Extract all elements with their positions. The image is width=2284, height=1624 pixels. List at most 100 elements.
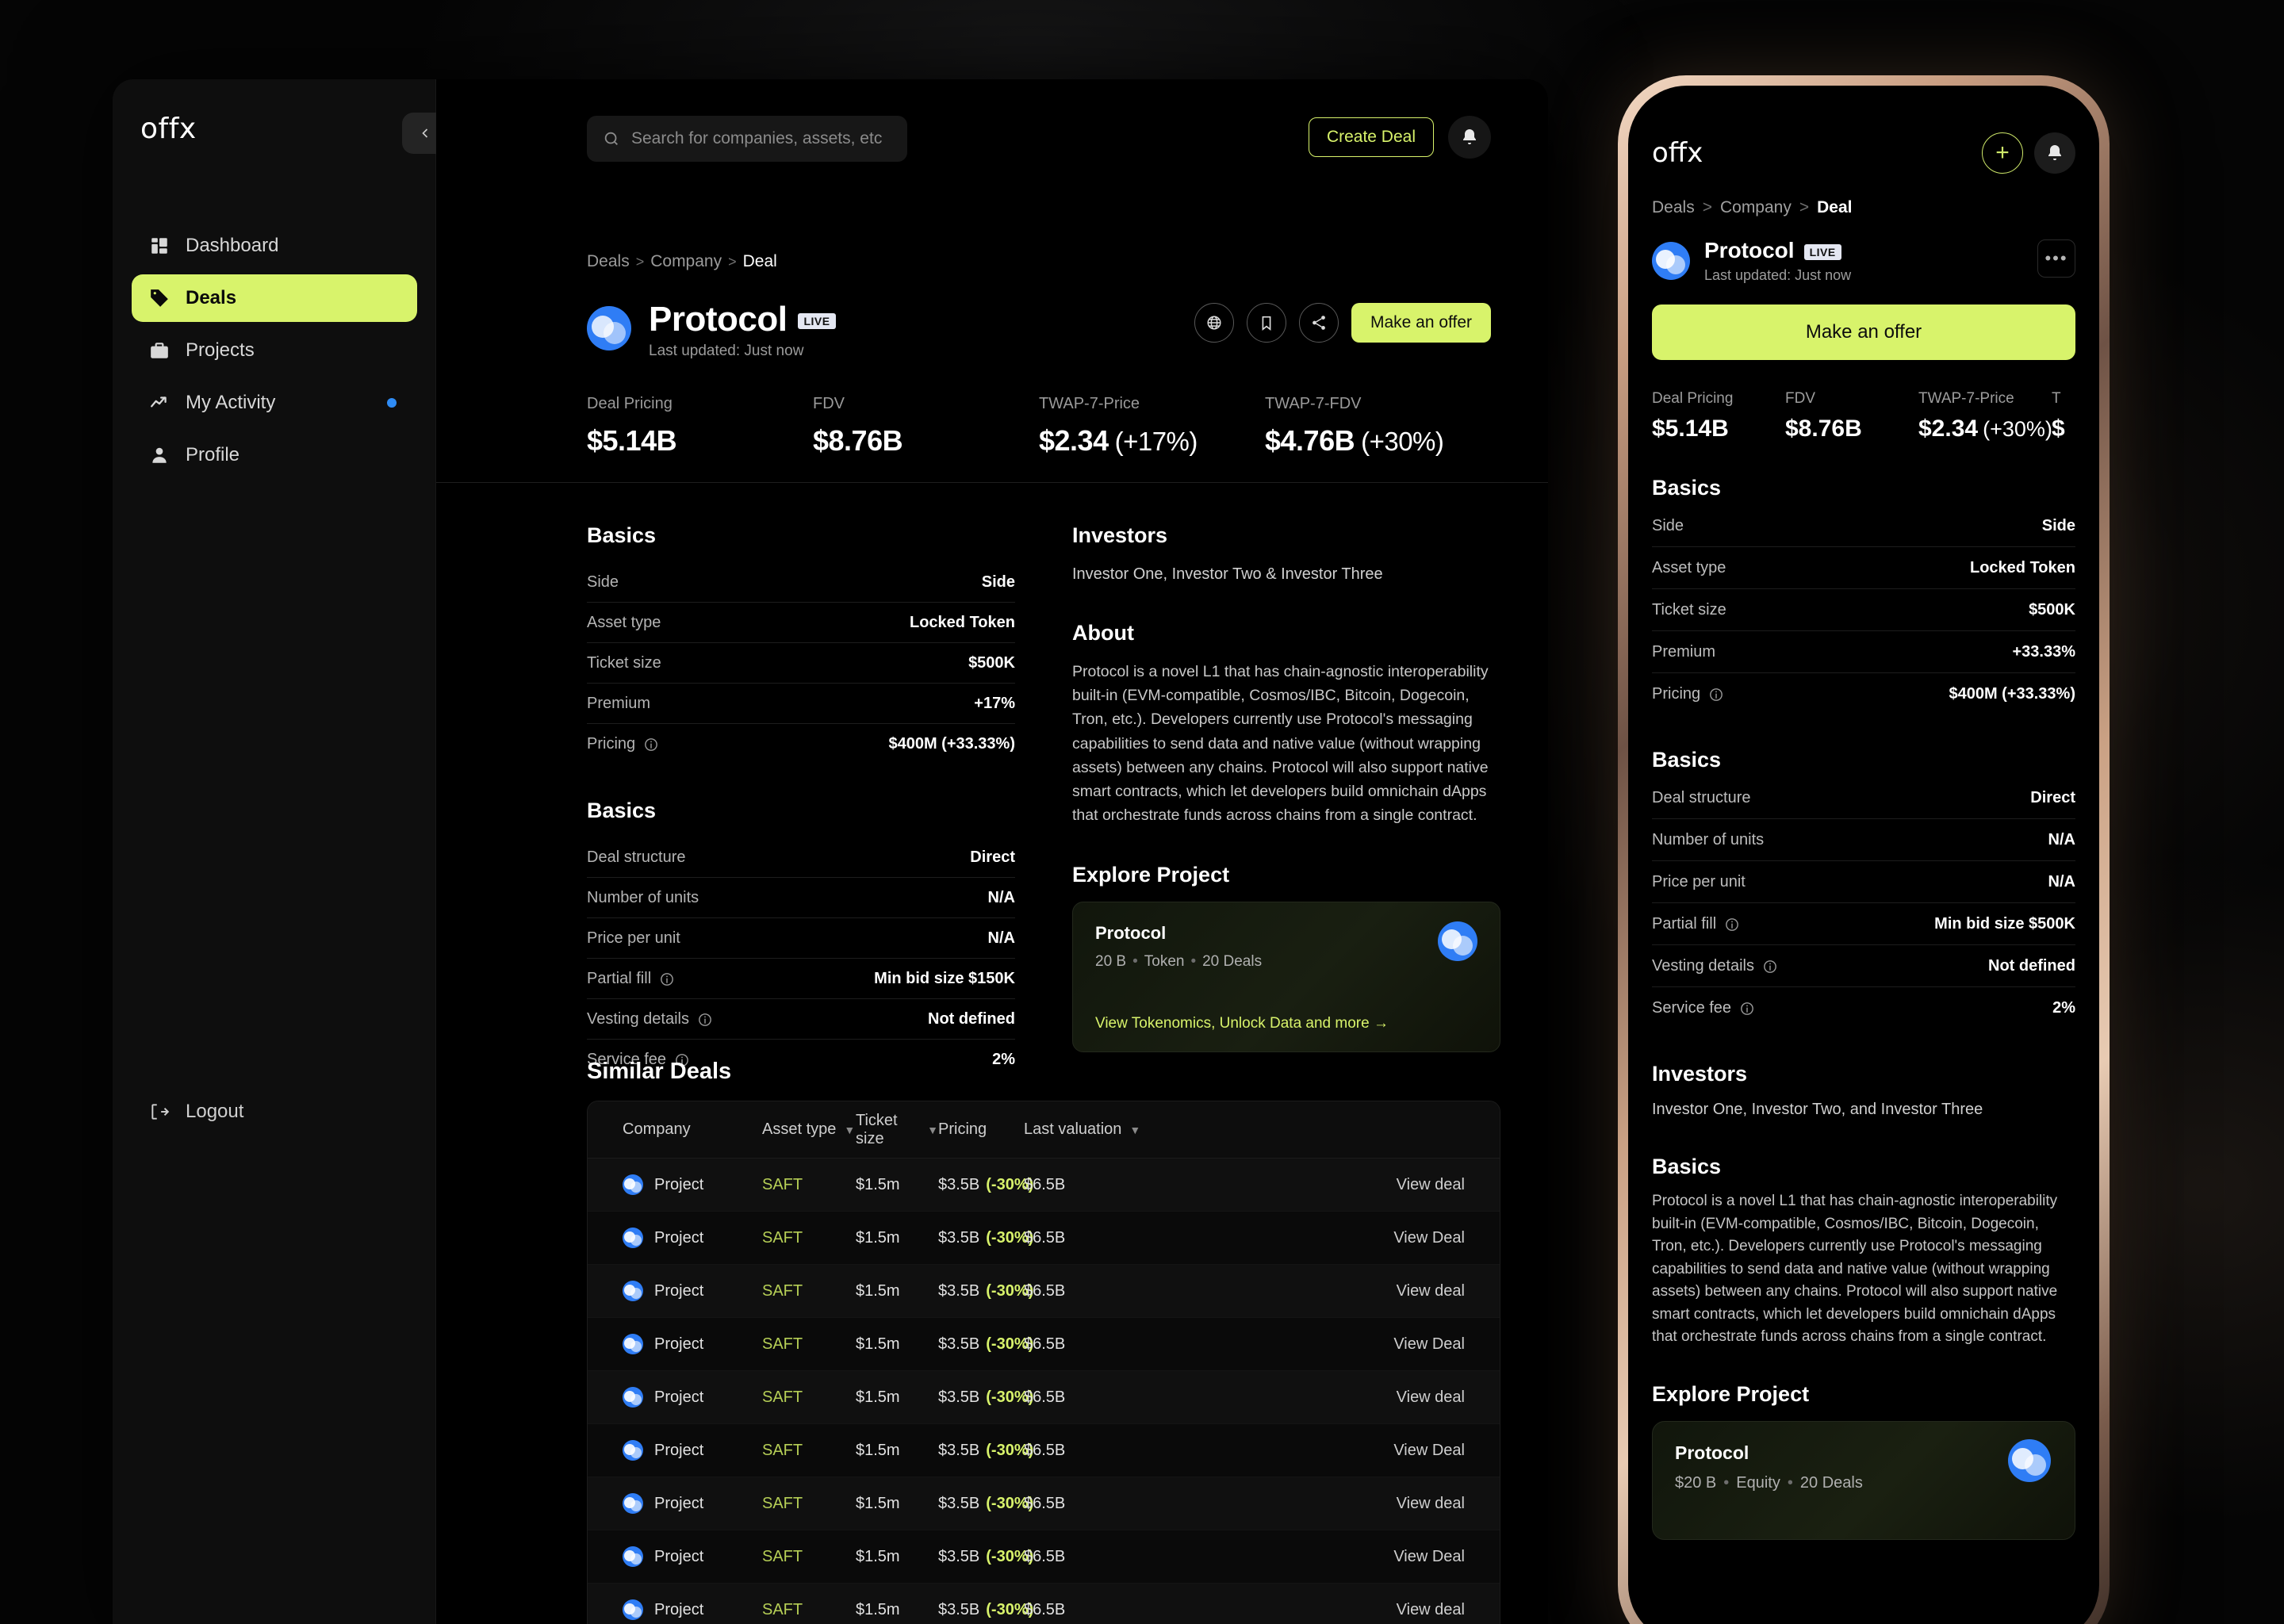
table-row[interactable]: Project SAFT $1.5m $3.5B (-30%) $6.5B View Dea…	[588, 1424, 1500, 1477]
breadcrumb-item-deals[interactable]: Deals	[587, 252, 630, 271]
briefcase-icon	[149, 340, 170, 361]
detail-row-premium: Premium +17%	[587, 684, 1015, 724]
info-icon[interactable]	[1739, 1001, 1755, 1017]
sidebar-item-deals[interactable]: Deals	[132, 274, 417, 322]
mobile-explore-meta-2: Equity	[1736, 1473, 1780, 1492]
breadcrumb-item-company[interactable]: Company	[650, 252, 722, 271]
column-header-company: Company	[623, 1120, 762, 1139]
mobile-device-frame: offx + Deals > Company > Deal Protocol L…	[1618, 75, 2110, 1624]
mobile-explore-card-meta: $20 B • Equity • 20 Deals	[1675, 1474, 2052, 1492]
table-row[interactable]: Project SAFT $1.5m $3.5B (-30%) $6.5B View dea…	[588, 1477, 1500, 1530]
table-row[interactable]: Project SAFT $1.5m $3.5B (-30%) $6.5B View Dea…	[588, 1212, 1500, 1265]
info-icon[interactable]	[643, 737, 659, 753]
mobile-add-button[interactable]: +	[1982, 132, 2023, 174]
make-an-offer-button[interactable]: Make an offer	[1351, 303, 1491, 343]
info-icon[interactable]	[1762, 959, 1778, 975]
cell-asset-type: SAFT	[762, 1335, 803, 1353]
create-deal-button[interactable]: Create Deal	[1308, 117, 1434, 157]
mobile-make-an-offer-button[interactable]: Make an offer	[1652, 304, 2075, 360]
sidebar-item-dashboard[interactable]: Dashboard	[132, 222, 417, 270]
info-icon[interactable]	[659, 971, 675, 987]
chevron-left-icon	[422, 128, 428, 138]
metric-value: $4.76B (+30%)	[1265, 424, 1444, 457]
column-header-label: Pricing	[938, 1120, 987, 1138]
info-icon[interactable]	[697, 1012, 713, 1028]
table-row[interactable]: Project SAFT $1.5m $3.5B (-30%) $6.5B View Dea…	[588, 1318, 1500, 1371]
metric-value: $2.34 (+17%)	[1039, 424, 1198, 457]
notifications-button[interactable]	[1448, 116, 1491, 159]
sidebar-item-profile[interactable]: Profile	[132, 431, 417, 479]
view-deal-link[interactable]: View deal	[1397, 1601, 1465, 1619]
explore-card-name: Protocol	[1095, 922, 1167, 943]
cell-last-valuation: $6.5B	[1024, 1494, 1066, 1512]
detail-value: Locked Token	[1970, 559, 2075, 576]
detail-label: Partial fill	[1652, 915, 1740, 933]
mobile-content: offx + Deals > Company > Deal Protocol L…	[1628, 86, 2099, 1540]
detail-value: $400M (+33.33%)	[1949, 685, 2075, 703]
mobile-more-button[interactable]: •••	[2037, 239, 2075, 278]
column-header-ticket-size[interactable]: Ticket size ▼	[856, 1112, 938, 1148]
mobile-deal-avatar	[1652, 242, 1690, 280]
search-placeholder: Search for companies, assets, etc	[631, 129, 883, 147]
table-row[interactable]: Project SAFT $1.5m $3.5B (-30%) $6.5B View dea…	[588, 1159, 1500, 1212]
mobile-basics-two-heading: Basics	[1652, 748, 1722, 772]
table-row[interactable]: Project SAFT $1.5m $3.5B (-30%) $6.5B View dea…	[588, 1584, 1500, 1624]
detail-value: +17%	[974, 695, 1015, 712]
cell-ticket-size: $1.5m	[856, 1388, 900, 1406]
view-deal-link[interactable]: View deal	[1397, 1176, 1465, 1194]
search-input[interactable]: Search for companies, assets, etc	[587, 116, 907, 162]
cell-asset-type: SAFT	[762, 1494, 803, 1512]
column-header-pricing: Pricing	[938, 1120, 1024, 1139]
mobile-top-actions: +	[1982, 132, 2075, 174]
basics-two-list: Deal structure Direct Number of units N/A Pr…	[587, 837, 1015, 1079]
explore-project-card[interactable]: Protocol 20 B • Token • 20 Deals View Tokeno…	[1072, 901, 1500, 1052]
column-header-last-valuation[interactable]: Last valuation ▼	[1024, 1120, 1160, 1139]
table-row[interactable]: Project SAFT $1.5m $3.5B (-30%) $6.5B View dea…	[588, 1265, 1500, 1318]
view-deal-link[interactable]: View Deal	[1393, 1335, 1465, 1354]
view-deal-link[interactable]: View Deal	[1393, 1229, 1465, 1247]
info-icon[interactable]	[1724, 917, 1740, 933]
cell-company: Project	[623, 1599, 762, 1620]
detail-label: Pricing	[587, 735, 659, 753]
sidebar-item-my-activity[interactable]: My Activity	[132, 379, 417, 427]
view-deal-link[interactable]: View Deal	[1393, 1548, 1465, 1566]
detail-row-asset-type: Asset type Locked Token	[1652, 547, 2075, 589]
breadcrumb-item-company[interactable]: Company	[1720, 198, 1792, 217]
breadcrumb-item-deals[interactable]: Deals	[1652, 198, 1695, 217]
explore-card-link[interactable]: View Tokenomics, Unlock Data and more →	[1095, 1015, 1389, 1032]
detail-row-asset-type: Asset type Locked Token	[587, 603, 1015, 643]
cell-company: Project	[623, 1228, 762, 1248]
mobile-deal-text: Protocol LIVE Last updated: Just now	[1704, 238, 1851, 284]
column-header-asset-type[interactable]: Asset type ▼	[762, 1120, 856, 1139]
basics-one-heading: Basics	[587, 523, 657, 547]
detail-value: 2%	[2052, 999, 2075, 1017]
bookmark-button[interactable]	[1246, 303, 1286, 343]
mobile-explore-meta-1: $20 B	[1675, 1473, 1717, 1492]
detail-columns: Basics Side Side Asset type Locked Token Tic…	[587, 523, 1500, 1079]
logout-button[interactable]: Logout	[149, 1101, 243, 1123]
app-logo: offx	[140, 113, 197, 145]
globe-button[interactable]	[1194, 303, 1234, 343]
table-row[interactable]: Project SAFT $1.5m $3.5B (-30%) $6.5B View Dea…	[588, 1530, 1500, 1584]
info-icon[interactable]	[1708, 687, 1724, 703]
detail-label: Side	[587, 573, 619, 591]
mobile-app-logo: offx	[1652, 137, 1703, 169]
detail-label: Number of units	[1652, 831, 1765, 848]
mobile-notifications-button[interactable]	[2034, 132, 2075, 174]
sidebar-item-projects[interactable]: Projects	[132, 327, 417, 374]
mobile-explore-meta-3: 20 Deals	[1799, 1473, 1863, 1492]
share-button[interactable]	[1298, 303, 1339, 343]
view-deal-link[interactable]: View deal	[1397, 1282, 1465, 1300]
cell-pricing: $3.5B (-30%)	[938, 1600, 1034, 1618]
detail-row-partial-fill: Partial fill Min bid size $500K	[1652, 903, 2075, 945]
mobile-explore-card[interactable]: Protocol $20 B • Equity • 20 Deals	[1652, 1420, 2075, 1540]
mobile-basics-one-list: Side Side Asset type Locked Token Ticket siz…	[1652, 505, 2075, 714]
globe-icon	[1207, 316, 1221, 330]
view-deal-link[interactable]: View deal	[1397, 1495, 1465, 1513]
table-row[interactable]: Project SAFT $1.5m $3.5B (-30%) $6.5B View dea…	[588, 1371, 1500, 1424]
explore-meta-2: Token	[1144, 952, 1185, 970]
company-avatar	[623, 1599, 643, 1620]
detail-row-partial-fill: Partial fill Min bid size $150K	[587, 959, 1015, 999]
view-deal-link[interactable]: View Deal	[1393, 1442, 1465, 1460]
view-deal-link[interactable]: View deal	[1397, 1388, 1465, 1407]
